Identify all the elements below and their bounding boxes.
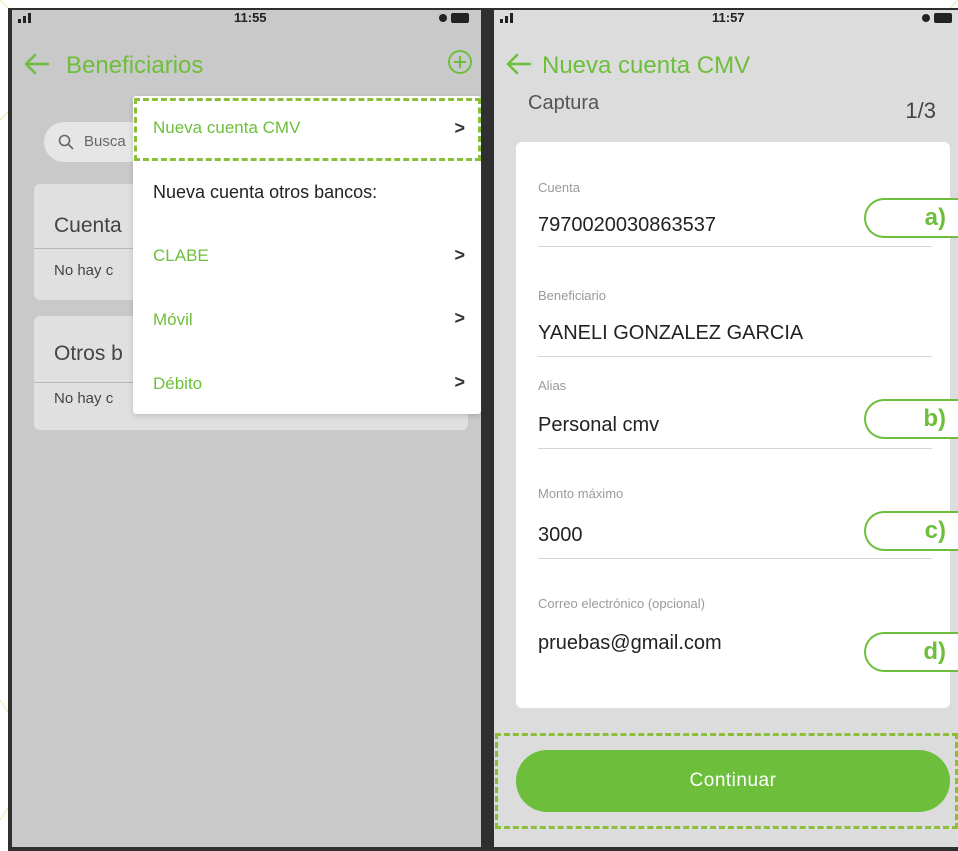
battery-icon xyxy=(439,13,469,23)
status-time: 11:57 xyxy=(712,10,745,25)
menu-header-otros-bancos: Nueva cuenta otros bancos: xyxy=(153,182,378,202)
field-alias[interactable]: Personal cmv xyxy=(538,414,659,437)
signal-icon xyxy=(18,13,31,23)
chevron-right-icon: > xyxy=(454,245,465,265)
field-cuenta[interactable]: 7970020030863537 xyxy=(538,214,716,237)
field-label-alias: Alias xyxy=(538,378,567,393)
field-underline xyxy=(538,448,932,449)
field-correo[interactable]: pruebas@gmail.com xyxy=(538,632,722,655)
step-indicator: 1/3 xyxy=(905,98,936,123)
field-underline xyxy=(538,356,932,357)
status-time: 11:55 xyxy=(234,10,267,25)
back-arrow-icon[interactable] xyxy=(22,52,50,76)
field-beneficiario[interactable]: YANELI GONZALEZ GARCIA xyxy=(538,322,803,345)
card-title: Otros b xyxy=(54,342,123,365)
callout-d: d) xyxy=(864,632,958,672)
page-title: Beneficiarios xyxy=(66,52,204,79)
field-monto-maximo[interactable]: 3000 xyxy=(538,524,583,547)
page-title: Nueva cuenta CMV xyxy=(542,52,751,79)
menu-item-clabe[interactable]: CLABE xyxy=(153,246,209,266)
field-label-beneficiario: Beneficiario xyxy=(538,288,606,303)
field-label-monto-maximo: Monto máximo xyxy=(538,486,624,501)
field-label-cuenta: Cuenta xyxy=(538,180,580,195)
menu-item-movil[interactable]: Móvil xyxy=(153,310,193,330)
card-subtitle: No hay c xyxy=(54,262,114,279)
chevron-right-icon: > xyxy=(454,308,465,328)
search-placeholder: Busca xyxy=(84,133,126,150)
callout-a: a) xyxy=(864,198,958,238)
field-underline xyxy=(538,558,932,559)
field-underline xyxy=(538,246,932,247)
menu-item-debito[interactable]: Débito xyxy=(153,374,202,394)
back-arrow-icon[interactable] xyxy=(504,52,532,76)
section-title: Captura xyxy=(528,92,600,114)
card-title: Cuenta xyxy=(54,214,122,237)
chevron-right-icon: > xyxy=(454,372,465,392)
add-circle-icon[interactable] xyxy=(447,49,473,75)
status-blank xyxy=(36,10,156,24)
battery-icon xyxy=(922,13,952,23)
signal-icon xyxy=(500,13,513,23)
field-label-correo: Correo electrónico (opcional) xyxy=(538,596,705,611)
callout-c: c) xyxy=(864,511,958,551)
search-icon xyxy=(58,134,74,150)
card-subtitle: No hay c xyxy=(54,390,114,407)
callout-b: b) xyxy=(864,399,958,439)
highlight-continue-button xyxy=(495,733,958,829)
highlight-nueva-cuenta-cmv xyxy=(134,98,481,161)
